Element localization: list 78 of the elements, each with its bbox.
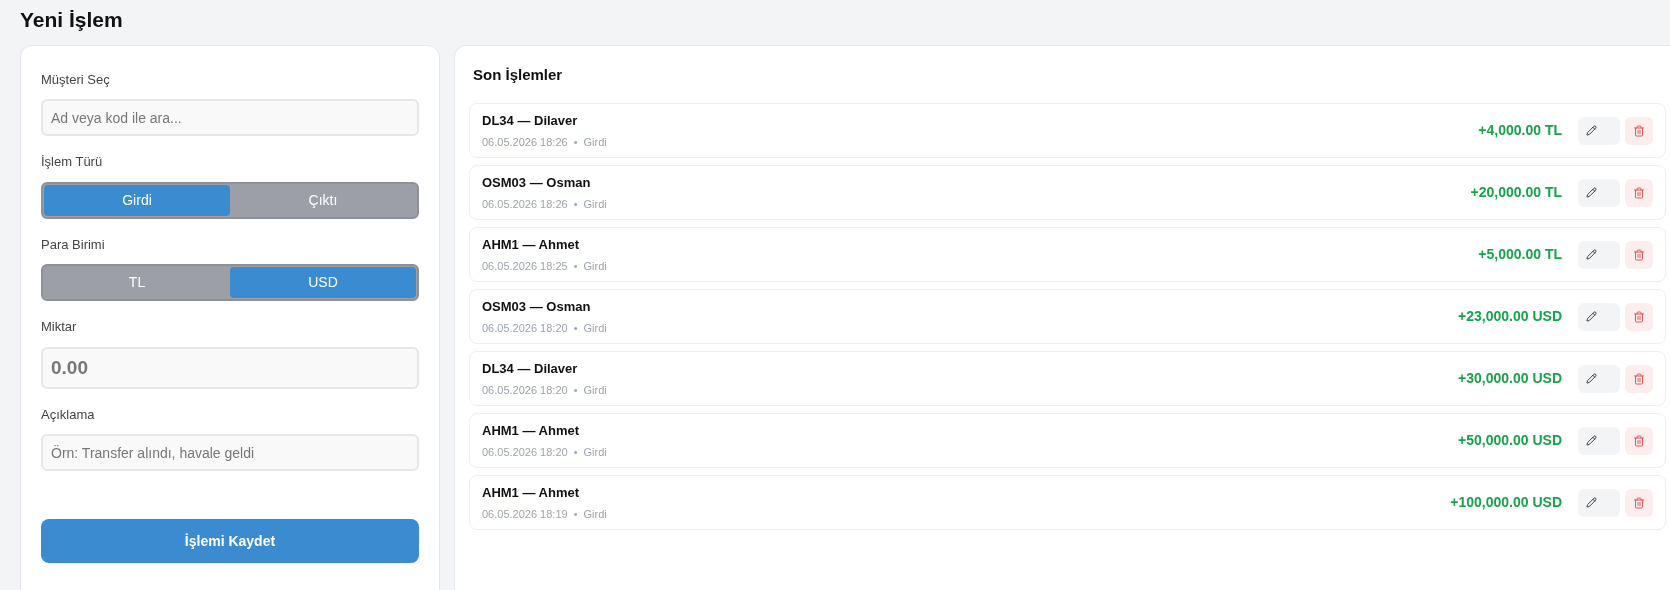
segment-option[interactable]: TL xyxy=(44,267,230,298)
transaction-date: 06.05.2026 18:26 xyxy=(482,134,568,150)
transaction-date: 06.05.2026 18:20 xyxy=(482,382,568,398)
transaction-date: 06.05.2026 18:20 xyxy=(482,320,568,336)
save-button[interactable]: İşlemi Kaydet xyxy=(41,519,419,563)
edit-button[interactable] xyxy=(1578,364,1620,393)
field-label: Para Birimi xyxy=(41,235,106,254)
customer-name: DL34 — Dilaver xyxy=(482,112,579,130)
pencil-icon xyxy=(1586,311,1597,322)
delete-button[interactable] xyxy=(1625,178,1653,207)
delete-button[interactable] xyxy=(1625,426,1653,455)
transaction-amount: +100,000.00 USD xyxy=(1450,493,1562,512)
edit-button[interactable] xyxy=(1578,116,1620,145)
trash-icon xyxy=(1633,310,1645,323)
text-field[interactable]: Ad veya kod ile ara... xyxy=(41,99,419,136)
customer-name: AHM1 — Ahmet xyxy=(482,484,581,502)
edit-button[interactable] xyxy=(1578,178,1620,207)
transaction-amount: +23,000.00 USD xyxy=(1458,307,1562,326)
transaction-date: 06.05.2026 18:26 xyxy=(482,196,568,212)
transaction-type: Girdi xyxy=(583,134,607,150)
separator-dot: • xyxy=(573,382,578,398)
trash-icon xyxy=(1633,124,1645,137)
transaction-date: 06.05.2026 18:20 xyxy=(482,444,568,460)
customer-name: OSM03 — Osman xyxy=(482,174,592,192)
segment-option[interactable]: Çıktı xyxy=(230,184,416,216)
field-label: Açıklama xyxy=(41,405,96,424)
section-title: Son İşlemler xyxy=(473,64,564,85)
pencil-icon xyxy=(1586,435,1597,446)
transaction-amount: +5,000.00 TL xyxy=(1478,245,1562,264)
separator-dot: • xyxy=(573,444,578,460)
separator-dot: • xyxy=(573,258,578,274)
trash-icon xyxy=(1633,248,1645,261)
customer-name: AHM1 — Ahmet xyxy=(482,422,581,440)
trash-icon xyxy=(1633,186,1645,199)
transaction-amount: +20,000.00 TL xyxy=(1470,183,1562,202)
delete-button[interactable] xyxy=(1625,116,1653,145)
edit-button[interactable] xyxy=(1578,488,1620,517)
transaction-type: Girdi xyxy=(583,382,607,398)
transaction-type: Girdi xyxy=(583,196,607,212)
transaction-amount: +50,000.00 USD xyxy=(1458,431,1562,450)
text-field[interactable]: Örn: Transfer alındı, havale geldi xyxy=(41,434,419,471)
page-title: Yeni İşlem xyxy=(20,7,124,33)
transaction-date: 06.05.2026 18:25 xyxy=(482,258,568,274)
pencil-icon xyxy=(1586,125,1597,136)
field-label: Miktar xyxy=(41,318,78,336)
transaction-type: Girdi xyxy=(583,320,607,336)
edit-button[interactable] xyxy=(1578,240,1620,269)
separator-dot: • xyxy=(573,196,578,212)
edit-button[interactable] xyxy=(1578,426,1620,455)
trash-icon xyxy=(1633,434,1645,447)
trash-icon xyxy=(1633,372,1645,385)
field-label: Müşteri Seç xyxy=(41,70,111,89)
customer-name: OSM03 — Osman xyxy=(482,298,592,316)
separator-dot: • xyxy=(573,320,578,336)
segment-option[interactable]: Girdi xyxy=(44,184,230,216)
separator-dot: • xyxy=(573,134,578,150)
transaction-type: Girdi xyxy=(583,444,607,460)
segment-option[interactable]: USD xyxy=(230,267,416,298)
pencil-icon xyxy=(1586,187,1597,198)
transaction-date: 06.05.2026 18:19 xyxy=(482,506,568,522)
pencil-icon xyxy=(1586,497,1597,508)
delete-button[interactable] xyxy=(1625,302,1653,331)
customer-name: AHM1 — Ahmet xyxy=(482,236,581,254)
field-label: İşlem Türü xyxy=(41,153,104,171)
transaction-type: Girdi xyxy=(583,506,607,522)
amount-field[interactable]: 0.00 xyxy=(41,346,419,389)
transaction-amount: +4,000.00 TL xyxy=(1478,121,1562,140)
delete-button[interactable] xyxy=(1625,364,1653,393)
pencil-icon xyxy=(1586,249,1597,260)
customer-name: DL34 — Dilaver xyxy=(482,360,579,378)
transaction-type: Girdi xyxy=(583,258,607,274)
trash-icon xyxy=(1633,496,1645,509)
transaction-amount: +30,000.00 USD xyxy=(1458,369,1562,388)
edit-button[interactable] xyxy=(1578,302,1620,331)
delete-button[interactable] xyxy=(1625,488,1653,517)
separator-dot: • xyxy=(573,506,578,522)
delete-button[interactable] xyxy=(1625,240,1653,269)
pencil-icon xyxy=(1586,373,1597,384)
